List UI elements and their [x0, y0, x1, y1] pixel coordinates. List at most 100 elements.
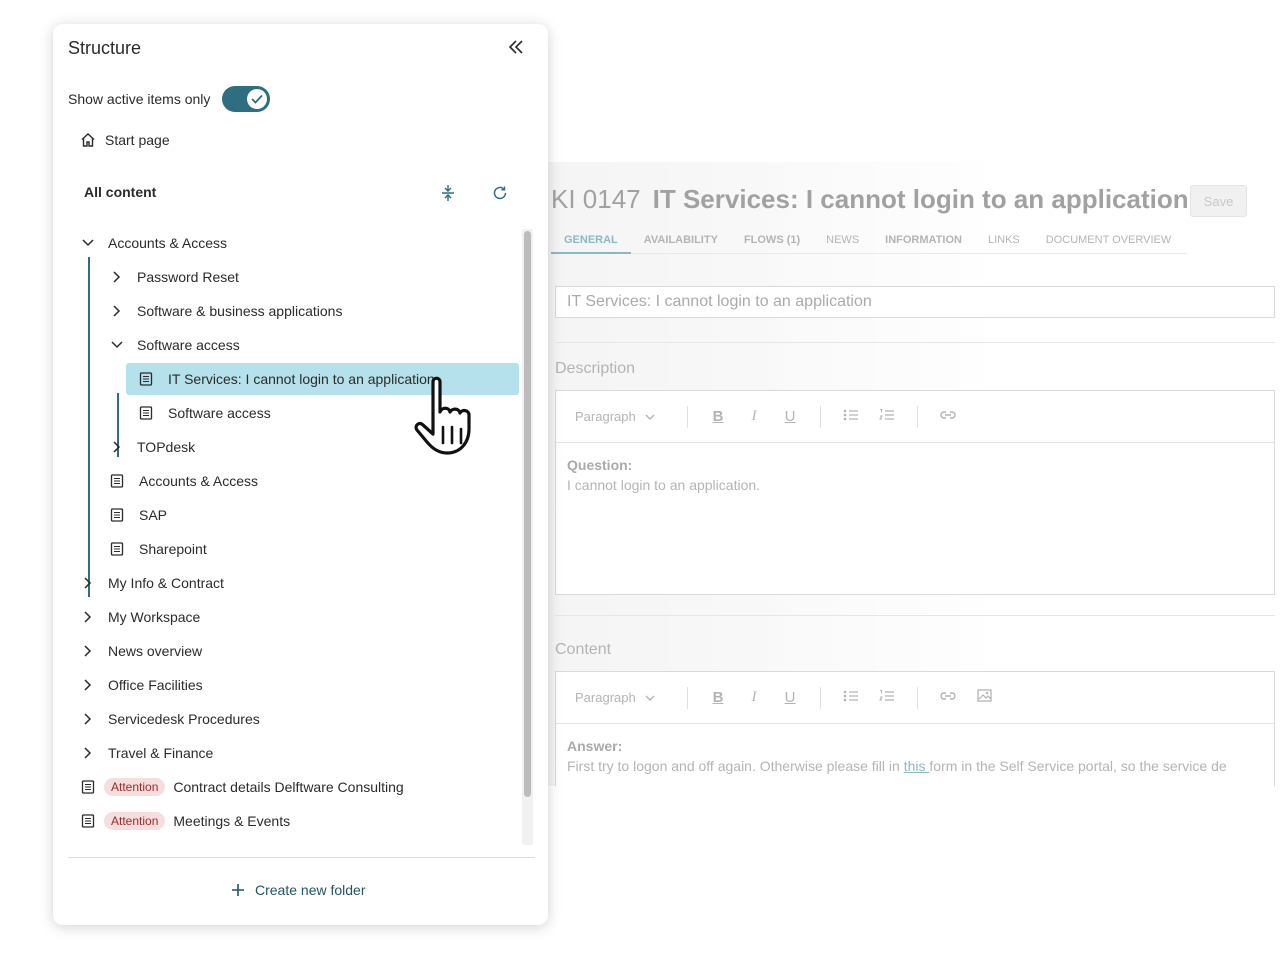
tree-doc-contract-details[interactable]: Attention Contract details Delftware Con… — [78, 771, 404, 803]
tree-guide-line — [88, 257, 90, 597]
divider — [555, 615, 1275, 616]
description-editor[interactable]: Paragraph B I U Question: I cannot login… — [555, 390, 1275, 595]
collapse-all-button[interactable] — [437, 182, 459, 204]
answer-text: First try to logon and off again. Otherw… — [567, 758, 904, 774]
refresh-button[interactable] — [489, 182, 511, 204]
tree-scrollbar[interactable] — [522, 229, 533, 845]
tree-doc-software-access[interactable]: Software access — [136, 397, 271, 429]
tree-folder-servicedesk-procedures[interactable]: Servicedesk Procedures — [78, 703, 260, 735]
chevron-right-icon — [113, 305, 121, 317]
tree-item-label: Servicedesk Procedures — [108, 711, 260, 727]
link-icon[interactable] — [930, 689, 966, 706]
scrollbar-thumb[interactable] — [524, 231, 531, 797]
divider — [68, 857, 535, 858]
all-content-heading: All content — [84, 184, 157, 200]
tree-item-label: Software access — [168, 405, 271, 421]
show-active-toggle[interactable] — [222, 86, 271, 112]
save-button[interactable]: Save — [1190, 185, 1247, 217]
paragraph-style-value: Paragraph — [575, 409, 636, 424]
tree-item-label: Travel & Finance — [108, 745, 214, 761]
tree-item-label: My Workspace — [108, 609, 201, 625]
toolbar-separator — [687, 686, 688, 709]
tab-information[interactable]: INFORMATION — [872, 230, 975, 254]
tree-folder-my-info-contract[interactable]: My Info & Contract — [78, 567, 224, 599]
tree-folder-software-access[interactable]: Software access — [107, 329, 240, 361]
tree-item-label: Office Facilities — [108, 677, 203, 693]
document-icon — [110, 508, 124, 522]
attention-badge: Attention — [104, 812, 166, 830]
tab-news[interactable]: NEWS — [813, 230, 872, 254]
question-heading: Question: — [567, 457, 633, 473]
tree-item-label: News overview — [108, 643, 203, 659]
start-page-link[interactable]: Start page — [80, 132, 170, 148]
document-icon — [110, 474, 124, 488]
plus-icon — [232, 884, 244, 896]
article-header: KI 0147 IT Services: I cannot login to a… — [551, 184, 1189, 215]
tree-item-label: Contract details Delftware Consulting — [173, 779, 404, 795]
tab-flows[interactable]: FLOWS (1) — [731, 230, 813, 254]
bold-icon[interactable]: B — [700, 689, 736, 706]
content-editor[interactable]: Paragraph B I U Answer: First try to log… — [555, 671, 1275, 786]
image-icon[interactable] — [966, 689, 1002, 706]
start-page-label: Start page — [105, 132, 170, 148]
tree-folder-news-overview[interactable]: News overview — [78, 635, 202, 667]
tree-folder-travel-finance[interactable]: Travel & Finance — [78, 737, 213, 769]
tab-document-overview[interactable]: DOCUMENT OVERVIEW — [1033, 230, 1185, 254]
tree-folder-topdesk[interactable]: TOPdesk — [107, 431, 195, 463]
toolbar-separator — [917, 686, 918, 709]
tree-folder-password-reset[interactable]: Password Reset — [107, 261, 239, 293]
description-toolbar: Paragraph B I U — [556, 391, 1274, 443]
paragraph-style-select[interactable]: Paragraph — [575, 409, 675, 424]
tree-folder-software-business-apps[interactable]: Software & business applications — [107, 295, 342, 327]
editor-tabs: GENERAL AVAILABILITY FLOWS (1) NEWS INFO… — [551, 230, 1187, 254]
chevron-right-icon — [84, 645, 92, 657]
underline-icon[interactable]: U — [772, 689, 808, 706]
bullet-list-icon[interactable] — [833, 689, 869, 707]
create-folder-label: Create new folder — [255, 882, 366, 898]
article-title: IT Services: I cannot login to an applic… — [652, 184, 1189, 214]
toolbar-separator — [820, 405, 821, 428]
italic-icon[interactable]: I — [736, 689, 772, 706]
tree-item-label: Software access — [137, 337, 240, 353]
paragraph-style-value: Paragraph — [575, 690, 636, 705]
document-icon — [81, 780, 95, 794]
bold-icon[interactable]: B — [700, 408, 736, 425]
underline-icon[interactable]: U — [772, 408, 808, 425]
tree-folder-my-workspace[interactable]: My Workspace — [78, 601, 200, 633]
article-id: KI 0147 — [551, 184, 641, 214]
answer-heading: Answer: — [567, 738, 623, 754]
article-editor: KI 0147 IT Services: I cannot login to a… — [548, 162, 1286, 786]
tree-folder-office-facilities[interactable]: Office Facilities — [78, 669, 203, 701]
tree-item-label: Sharepoint — [139, 541, 207, 557]
tab-links[interactable]: LINKS — [975, 230, 1033, 254]
content-toolbar: Paragraph B I U — [556, 672, 1274, 724]
collapse-panel-button[interactable] — [505, 36, 527, 58]
chevron-down-icon — [111, 341, 123, 349]
italic-icon[interactable]: I — [736, 408, 772, 425]
description-content[interactable]: Question: I cannot login to an applicati… — [556, 443, 1274, 507]
collapse-all-icon — [442, 185, 454, 201]
tree-item-label: My Info & Contract — [108, 575, 224, 591]
form-link[interactable]: this — [904, 758, 930, 774]
tab-general[interactable]: GENERAL — [551, 230, 631, 254]
content-body[interactable]: Answer: First try to logon and off again… — [556, 724, 1274, 786]
tree-folder-accounts-access[interactable]: Accounts & Access — [78, 227, 227, 259]
numbered-list-icon[interactable] — [869, 408, 905, 426]
title-field[interactable]: IT Services: I cannot login to an applic… — [555, 286, 1275, 318]
tree-doc-sharepoint[interactable]: Sharepoint — [107, 533, 207, 565]
paragraph-style-select[interactable]: Paragraph — [575, 690, 675, 705]
create-new-folder-button[interactable]: Create new folder — [231, 882, 366, 898]
structure-panel: Structure Show active items only Start p… — [53, 24, 548, 925]
numbered-list-icon[interactable] — [869, 689, 905, 707]
tab-availability[interactable]: AVAILABILITY — [631, 230, 731, 254]
bullet-list-icon[interactable] — [833, 408, 869, 426]
tree-doc-sap[interactable]: SAP — [107, 499, 167, 531]
divider — [555, 342, 1275, 343]
document-icon — [81, 814, 95, 828]
tree-doc-meetings-events[interactable]: Attention Meetings & Events — [78, 805, 290, 837]
chevron-right-icon — [84, 713, 92, 725]
link-icon[interactable] — [930, 408, 966, 425]
tree-doc-accounts-access[interactable]: Accounts & Access — [107, 465, 258, 497]
panel-title: Structure — [68, 38, 142, 58]
chevron-down-icon — [645, 695, 655, 701]
